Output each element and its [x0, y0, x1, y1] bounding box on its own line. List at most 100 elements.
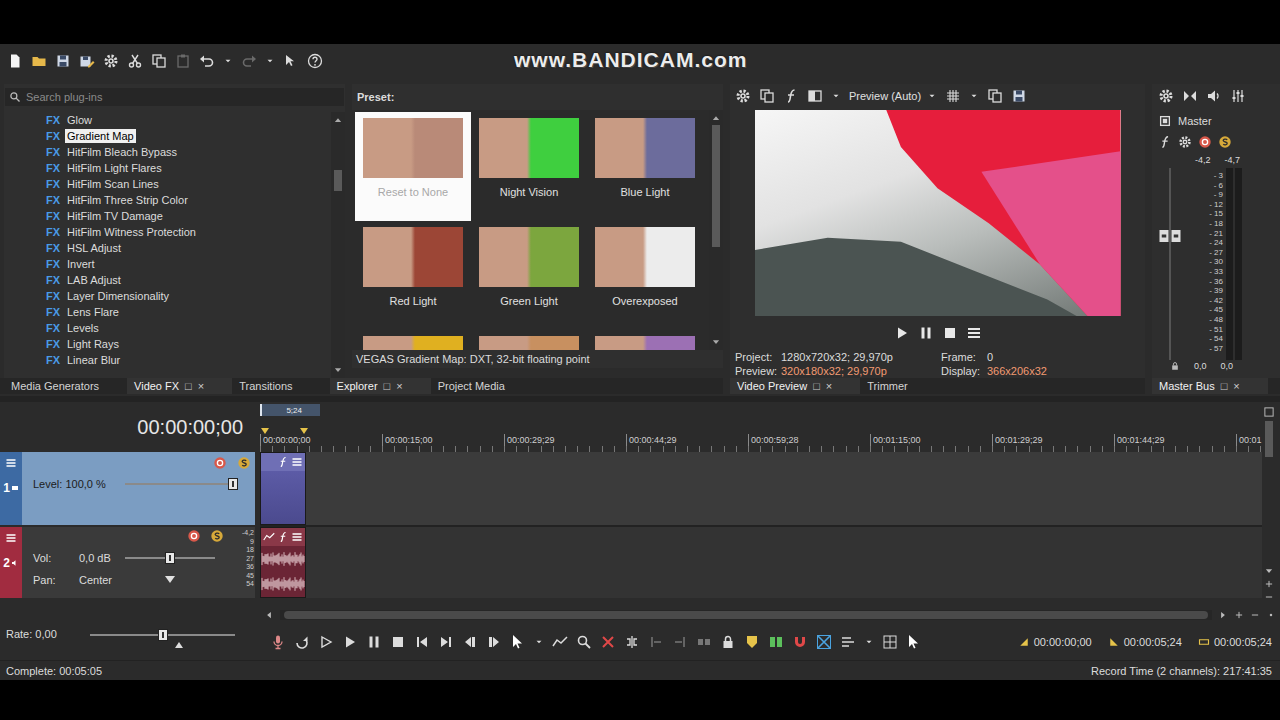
saveas-icon[interactable] — [79, 53, 95, 69]
select-icon[interactable] — [906, 634, 922, 650]
slider-thumb[interactable] — [158, 629, 168, 641]
scrollbar[interactable] — [709, 110, 723, 350]
media-clip[interactable] — [260, 452, 306, 525]
panel-tab[interactable]: Master Bus□× — [1152, 378, 1268, 394]
envelope-icon[interactable] — [552, 634, 568, 650]
plugin-item[interactable]: FXGradient Map — [46, 128, 331, 144]
marker-icon[interactable] — [744, 634, 760, 650]
preset-tile[interactable] — [355, 330, 471, 350]
up-icon[interactable] — [711, 113, 721, 123]
caret-icon[interactable] — [534, 637, 544, 647]
trimend-icon[interactable] — [672, 634, 688, 650]
region-icon[interactable] — [768, 634, 784, 650]
autocross-icon[interactable] — [816, 634, 832, 650]
plugin-item[interactable]: FXGlow — [46, 112, 331, 128]
tab-label[interactable]: Media Generators — [11, 380, 99, 392]
scrollbar-thumb[interactable] — [1265, 421, 1273, 457]
caret-icon[interactable] — [831, 91, 841, 101]
menu-icon[interactable] — [291, 531, 303, 543]
panel-tab[interactable]: Video Preview□× — [730, 378, 860, 394]
pan-thumb[interactable] — [165, 576, 175, 583]
panel-tab[interactable]: Project Media — [431, 378, 533, 394]
plugin-item[interactable]: FXLens Flare — [46, 304, 331, 320]
select-icon[interactable] — [510, 634, 526, 650]
selection-end[interactable]: 00:00:05;24 — [1108, 636, 1182, 648]
plugin-item[interactable]: FXLayer Dimensionality — [46, 288, 331, 304]
copy-icon[interactable] — [151, 53, 167, 69]
copy-icon[interactable] — [987, 88, 1003, 104]
tab-label[interactable]: Trimmer — [867, 380, 908, 392]
tab-label[interactable]: Master Bus — [1159, 380, 1215, 392]
down-icon[interactable] — [1264, 566, 1274, 576]
redo-icon[interactable] — [241, 53, 257, 69]
magnet-icon[interactable] — [792, 634, 808, 650]
menu-icon[interactable] — [5, 457, 17, 469]
time-value[interactable]: 00:00:00;00 — [1034, 636, 1092, 648]
preset-tile[interactable]: Blue Light — [587, 112, 703, 221]
gridsnap-icon[interactable] — [882, 634, 898, 650]
menu-icon[interactable] — [5, 532, 17, 544]
framefwd-icon[interactable] — [486, 634, 502, 650]
save-icon[interactable] — [1011, 88, 1027, 104]
tab-label[interactable]: Explorer — [337, 380, 378, 392]
caret-icon[interactable] — [265, 56, 275, 66]
stop-icon[interactable] — [942, 325, 958, 341]
gear-icon[interactable] — [735, 88, 751, 104]
panel-tab[interactable]: Media Generators — [4, 378, 127, 394]
close-button[interactable]: × — [396, 380, 402, 392]
paste-icon[interactable] — [175, 53, 191, 69]
scrollbar[interactable] — [331, 112, 345, 378]
caret-icon[interactable] — [864, 637, 874, 647]
scrollbar-thumb[interactable] — [334, 170, 342, 191]
preset-tile[interactable]: Reset to None — [355, 112, 471, 221]
zoom-icon[interactable] — [576, 634, 592, 650]
track-header[interactable]: 1Level: 100,0 % — [0, 452, 255, 525]
cut-icon[interactable] — [127, 53, 143, 69]
plugin-item[interactable]: FXHitFilm Scan Lines — [46, 176, 331, 192]
scrollbar-thumb[interactable] — [284, 611, 1208, 619]
dock-button[interactable]: □ — [185, 380, 192, 392]
down-icon[interactable] — [333, 365, 343, 375]
selection-start[interactable]: 00:00:00;00 — [1018, 636, 1092, 648]
gear-icon[interactable] — [103, 53, 119, 69]
lock-icon[interactable] — [1170, 361, 1180, 371]
gear-icon[interactable] — [1178, 135, 1192, 149]
caret-icon[interactable] — [927, 91, 937, 101]
mute-icon[interactable] — [1198, 135, 1212, 149]
fx-icon[interactable] — [277, 456, 289, 468]
splitclip-icon[interactable] — [624, 634, 640, 650]
panel-tab[interactable]: Video FX□× — [127, 378, 232, 394]
plugin-search[interactable] — [5, 88, 344, 106]
save-icon[interactable] — [55, 53, 71, 69]
mixer-icon[interactable] — [1230, 88, 1246, 104]
caret-icon[interactable] — [223, 56, 233, 66]
track-header[interactable]: 2Vol:0,0 dBPan:Center-4,291827364554 — [0, 527, 255, 598]
time-value[interactable]: 00:00:05;24 — [1124, 636, 1182, 648]
plugin-item[interactable]: FXLight Rays — [46, 336, 331, 352]
plus-icon[interactable] — [1264, 579, 1274, 589]
ungroup-icon[interactable] — [696, 634, 712, 650]
close-button[interactable]: × — [198, 380, 204, 392]
right-icon[interactable] — [1218, 610, 1228, 620]
solo-icon[interactable] — [1218, 135, 1232, 149]
prevmark-icon[interactable] — [414, 634, 430, 650]
left-icon[interactable] — [264, 610, 274, 620]
speaker-icon[interactable] — [1206, 88, 1222, 104]
loop-region[interactable]: 5;24 — [260, 404, 320, 416]
tab-label[interactable]: Transitions — [239, 380, 292, 392]
grid-icon[interactable] — [945, 88, 961, 104]
slider-thumb[interactable] — [165, 552, 175, 564]
open-icon[interactable] — [31, 53, 47, 69]
preset-tile[interactable] — [471, 330, 587, 350]
down-icon[interactable] — [711, 337, 721, 347]
panel-tab[interactable]: Trimmer — [860, 378, 936, 394]
minus-icon[interactable] — [1264, 592, 1274, 602]
preset-tile[interactable]: Overexposed — [587, 221, 703, 330]
dock-button[interactable]: □ — [1221, 380, 1228, 392]
volume-slider[interactable] — [125, 552, 215, 564]
fader-thumb[interactable] — [1158, 227, 1182, 239]
lock-icon[interactable] — [720, 634, 736, 650]
plugin-item[interactable]: FXHSL Adjust — [46, 240, 331, 256]
plugin-item[interactable]: FXHitFilm TV Damage — [46, 208, 331, 224]
pause-icon[interactable] — [918, 325, 934, 341]
